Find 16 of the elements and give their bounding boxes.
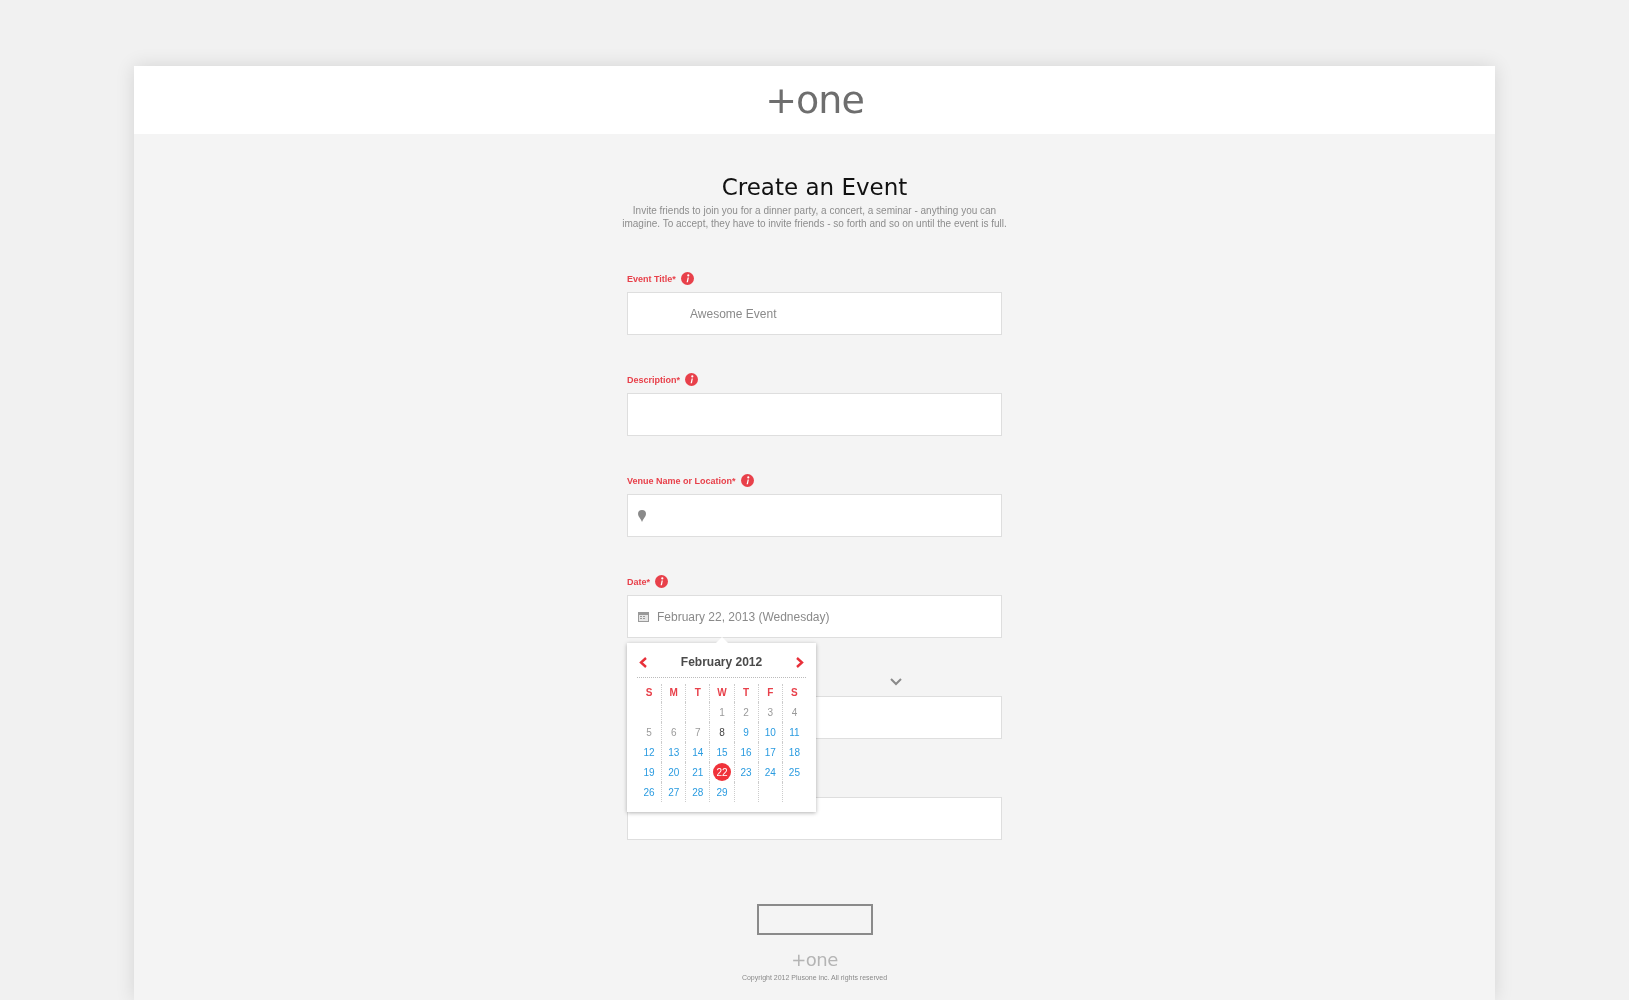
field-label: Date*: [627, 576, 650, 587]
weekday-header: S: [645, 686, 653, 700]
field-label: Description*: [627, 374, 680, 385]
field-value: February 22, 2013 (Wednesday): [657, 609, 830, 624]
field-label: Event Title*: [627, 273, 676, 284]
weekday-header: T: [694, 686, 701, 700]
weekday-header: M: [669, 686, 678, 700]
field-label: Venue Name or Location*: [627, 475, 736, 486]
weekday-header: W: [717, 686, 727, 700]
weekday-header: S: [791, 686, 798, 700]
weekday-header: T: [743, 686, 750, 700]
field-value: Awesome Event: [689, 306, 777, 321]
page-title: Create an Event: [721, 174, 908, 200]
intro-text: Invite friends to join you for a dinner party, a concert, a seminar - anything you can imagine. To accept, they have to invite friends - so forth and so on until the event is full.: [621, 204, 1008, 230]
weekday-header: F: [767, 686, 774, 700]
calendar-month-title: February 2012: [680, 655, 763, 669]
